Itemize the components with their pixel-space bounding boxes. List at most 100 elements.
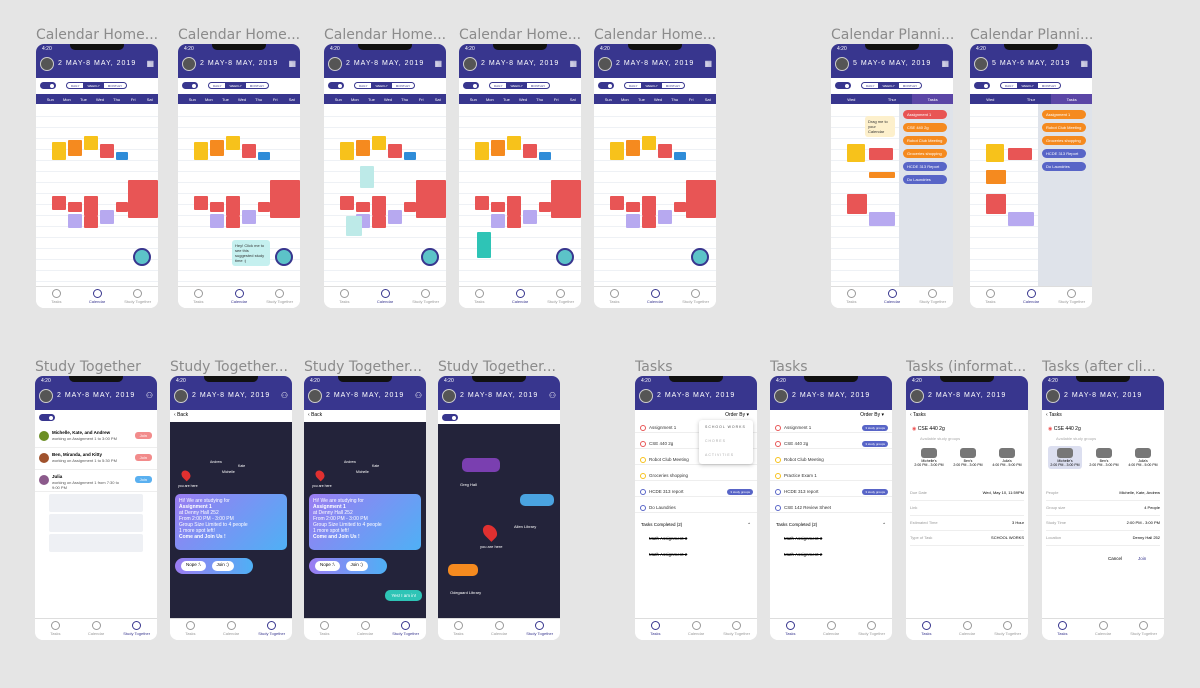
calendar-event[interactable] — [388, 210, 402, 224]
completed-item[interactable]: Math Assignment 3 — [649, 536, 687, 541]
calendar-event[interactable] — [642, 216, 656, 228]
tab-calendar[interactable]: Calendar — [676, 619, 717, 640]
task-checkbox[interactable] — [775, 489, 781, 495]
calendar-event[interactable] — [523, 210, 537, 224]
lightbulb-icon[interactable] — [556, 248, 574, 266]
order-by-button[interactable]: Order By ▾ — [860, 412, 884, 418]
map[interactable]: you are here Andrew Kate Michelle Hi! We… — [170, 422, 292, 618]
people-icon[interactable]: ⚇ — [281, 391, 288, 400]
calendar-icon[interactable]: ▦ — [1080, 59, 1088, 68]
calendar-event[interactable] — [194, 142, 208, 160]
back-button[interactable]: ‹ Back — [174, 412, 188, 418]
calendar-icon[interactable]: ▦ — [941, 59, 949, 68]
tab-tasks[interactable]: Tasks — [178, 287, 219, 308]
task-chip[interactable]: Assignment 1 — [903, 110, 947, 119]
tab-study-together[interactable]: Study Together — [987, 619, 1028, 640]
task-checkbox[interactable] — [640, 473, 646, 479]
tab-calendar[interactable]: Calendar — [947, 619, 988, 640]
calendar-icon[interactable]: ▦ — [288, 59, 296, 68]
calendar-event[interactable] — [539, 152, 551, 160]
calendar-event[interactable] — [226, 216, 240, 228]
toggle-switch[interactable] — [598, 82, 614, 89]
tab-tasks[interactable]: Tasks — [35, 619, 76, 640]
calendar-event[interactable] — [52, 196, 66, 210]
calendar-event[interactable] — [626, 202, 640, 212]
tab-study-together[interactable]: Study Together — [851, 619, 892, 640]
task-chip[interactable]: HCDE 313 Report — [1042, 149, 1086, 158]
view-segment[interactable]: DAILY WEEKLY MONTHLY — [66, 82, 128, 89]
group-card[interactable]: Ben's 2:00 PM - 3:00 PM — [1087, 446, 1121, 469]
avatar[interactable] — [463, 57, 477, 71]
avatar[interactable] — [774, 389, 788, 403]
avatar[interactable] — [598, 57, 612, 71]
calendar-event[interactable] — [372, 216, 386, 228]
tab-study-together[interactable]: Study Together — [385, 619, 426, 640]
tab-study-together[interactable]: Study Together — [251, 619, 292, 640]
task-chip[interactable]: Groceries shopping — [1042, 136, 1086, 145]
calendar-event[interactable] — [686, 180, 716, 218]
join-button[interactable]: Join :) — [345, 561, 368, 571]
toggle-switch[interactable] — [39, 414, 55, 421]
calendar-event[interactable] — [847, 144, 865, 162]
nope-button[interactable]: Nope :\ — [315, 561, 340, 571]
list-item[interactable]: Julia working on Assignment 1 from 7:30 … — [35, 470, 157, 492]
list-item[interactable]: Michelle, Kate, and Andrew working on As… — [35, 426, 157, 448]
calendar-event[interactable] — [869, 148, 893, 160]
calendar-event[interactable] — [242, 144, 256, 158]
calendar-event[interactable] — [507, 196, 521, 216]
calendar-event[interactable] — [388, 144, 402, 158]
task-checkbox[interactable] — [640, 441, 646, 447]
tab-tasks[interactable]: Tasks — [970, 287, 1011, 308]
task-row[interactable]: Do Laundries — [635, 502, 757, 513]
view-segment[interactable]: DAILY WEEKLY MONTHLY — [1000, 82, 1062, 89]
calendar-event[interactable] — [642, 136, 656, 150]
group-card[interactable]: Michelle's 2:00 PM - 3:00 PM — [912, 446, 946, 469]
calendar-event[interactable] — [626, 214, 640, 228]
map-bubble[interactable] — [448, 564, 478, 576]
task-chip[interactable]: Groceries shopping — [903, 149, 947, 158]
calendar-event[interactable] — [986, 170, 1006, 184]
tab-calendar[interactable]: Calendar — [77, 287, 118, 308]
avatar[interactable] — [910, 389, 924, 403]
task-checkbox[interactable] — [775, 457, 781, 463]
calendar-event[interactable] — [210, 214, 224, 228]
tab-study-together[interactable]: Study Together — [716, 619, 757, 640]
calendar-event[interactable] — [84, 216, 98, 228]
tab-calendar[interactable]: Calendar — [811, 619, 852, 640]
task-checkbox[interactable] — [640, 457, 646, 463]
avatar[interactable] — [39, 389, 53, 403]
toggle-switch[interactable] — [40, 82, 56, 89]
join-button[interactable]: Join — [134, 432, 152, 439]
tab-study-together[interactable]: Study Together — [675, 287, 716, 308]
calendar-event[interactable] — [372, 196, 386, 216]
task-row[interactable]: Assignment 1 3 study groups — [770, 422, 892, 433]
view-segment[interactable]: DAILY WEEKLY MONTHLY — [489, 82, 551, 89]
calendar-icon[interactable]: ▦ — [569, 59, 577, 68]
join-button[interactable]: Join — [134, 454, 152, 461]
calendar-event[interactable] — [194, 196, 208, 210]
toggle-switch[interactable] — [182, 82, 198, 89]
calendar-event[interactable] — [356, 140, 370, 156]
avatar[interactable] — [328, 57, 342, 71]
tab-calendar[interactable]: Calendar — [500, 287, 541, 308]
calendar-icon[interactable]: ▦ — [704, 59, 712, 68]
tab-tasks[interactable]: Tasks — [906, 619, 947, 640]
map-bubble[interactable] — [520, 494, 554, 506]
calendar-event[interactable] — [84, 196, 98, 216]
study-groups-badge[interactable]: 3 study groups — [862, 441, 888, 447]
tab-tasks[interactable]: Tasks — [459, 287, 500, 308]
calendar-event[interactable] — [642, 196, 656, 216]
people-icon[interactable]: ⚇ — [415, 391, 422, 400]
order-option[interactable]: ACTIVITIES — [699, 448, 753, 462]
tasks-completed-header[interactable]: Tasks Completed (2) ⌃ — [641, 522, 751, 528]
calendar-event[interactable] — [507, 136, 521, 150]
people-icon[interactable]: ⚇ — [549, 391, 556, 400]
calendar-event[interactable] — [869, 172, 895, 178]
nope-button[interactable]: Nope :\ — [181, 561, 206, 571]
map-bubble[interactable] — [462, 458, 500, 472]
calendar-event[interactable] — [100, 210, 114, 224]
calendar-event[interactable] — [52, 142, 66, 160]
map[interactable]: Greg Hall Allen Library you are here Ode… — [438, 424, 560, 618]
view-segment[interactable]: DAILY WEEKLY MONTHLY — [861, 82, 923, 89]
calendar-event[interactable] — [626, 140, 640, 156]
